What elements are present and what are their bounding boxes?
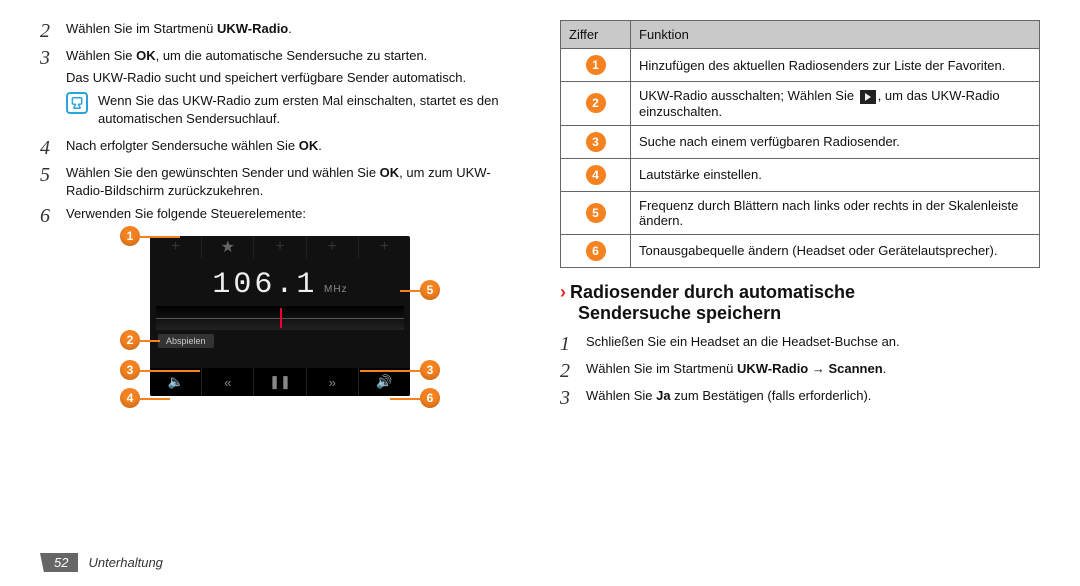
pause-icon: ❚❚: [254, 368, 306, 396]
rewind-icon: «: [202, 368, 254, 396]
table-number-cell: 1: [561, 49, 631, 82]
note-box: Wenn Sie das UKW-Radio zum ersten Mal ei…: [66, 92, 520, 127]
right-step-1: 1 Schließen Sie ein Headset an die Heads…: [560, 333, 1040, 354]
table-number-cell: 3: [561, 125, 631, 158]
function-table: Ziffer Funktion 1 Hinzufügen des aktuelle…: [560, 20, 1040, 268]
table-number-cell: 6: [561, 234, 631, 267]
right-step-1-text: Schließen Sie ein Headset an die Headset…: [586, 333, 1040, 354]
right-step-2-bold: UKW-Radio → Scannen: [737, 361, 883, 376]
callout-3-left: 3: [120, 360, 140, 380]
table-row: 5 Frequenz durch Blättern nach links oder…: [561, 191, 1040, 234]
table-function-cell: Hinzufügen des aktuellen Radiosenders zu…: [631, 49, 1040, 82]
step-4: 4 Nach erfolgter Sendersuche wählen Sie …: [40, 137, 520, 158]
page-footer: 52 Unterhaltung: [40, 553, 163, 572]
step-number: 5: [40, 164, 56, 199]
number-badge: 1: [586, 55, 606, 75]
number-badge: 3: [586, 132, 606, 152]
step-3-extra: Das UKW-Radio sucht und speichert verfüg…: [66, 69, 520, 87]
callout-5: 5: [420, 280, 440, 300]
heading-line-2: Sendersuche speichern: [578, 303, 781, 323]
step-2: 2 Wählen Sie im Startmenü UKW-Radio.: [40, 20, 520, 41]
step-4-pre: Nach erfolgter Sendersuche wählen Sie: [66, 138, 299, 153]
right-step-3-bold: Ja: [656, 388, 670, 403]
number-badge: 4: [586, 165, 606, 185]
callout-2: 2: [120, 330, 140, 350]
step-5-bold: OK: [380, 165, 400, 180]
radio-play-row: Abspielen: [150, 330, 410, 352]
play-label: Abspielen: [158, 334, 214, 348]
step-6-text: Verwenden Sie folgende Steuerelemente:: [66, 205, 520, 226]
freq-unit: MHz: [324, 284, 348, 295]
heading-line-1: Radiosender durch automatische: [570, 282, 855, 302]
speaker-icon: 🔊: [359, 368, 410, 396]
table-function-cell: Lautstärke einstellen.: [631, 158, 1040, 191]
right-step-2-pre: Wählen Sie im Startmenü: [586, 361, 737, 376]
step-5: 5 Wählen Sie den gewünschten Sender und …: [40, 164, 520, 199]
forward-icon: »: [307, 368, 359, 396]
section-heading: ›Radiosender durch automatische Sendersu…: [560, 282, 1040, 325]
step-2-pre: Wählen Sie im Startmenü: [66, 21, 217, 36]
left-column: 2 Wählen Sie im Startmenü UKW-Radio. 3 W…: [40, 20, 520, 414]
table-row: 2 UKW-Radio ausschalten; Wählen Sie , um …: [561, 82, 1040, 126]
note-text: Wenn Sie das UKW-Radio zum ersten Mal ei…: [98, 92, 520, 127]
table-row: 1 Hinzufügen des aktuellen Radiosenders z…: [561, 49, 1040, 82]
table-function-cell: Tonausgabequelle ändern (Headset oder Ge…: [631, 234, 1040, 267]
table-head-funktion: Funktion: [631, 21, 1040, 49]
step-number: 2: [560, 360, 576, 381]
table-head-ziffer: Ziffer: [561, 21, 631, 49]
radio-favorites-row: +★+++: [150, 236, 410, 258]
section-name: Unterhaltung: [88, 555, 162, 570]
callout-6: 6: [420, 388, 440, 408]
table-number-cell: 5: [561, 191, 631, 234]
freq-value: 106.1: [212, 268, 317, 302]
chevron-icon: ›: [560, 282, 566, 302]
step-5-pre: Wählen Sie den gewünschten Sender und wä…: [66, 165, 380, 180]
step-4-bold: OK: [299, 138, 319, 153]
volume-icon: 🔈: [150, 368, 202, 396]
number-badge: 5: [586, 203, 606, 223]
step-4-post: .: [318, 138, 322, 153]
step-number: 1: [560, 333, 576, 354]
step-number: 2: [40, 20, 56, 41]
play-icon: [860, 90, 876, 104]
table-row: 3 Suche nach einem verfügbaren Radiosende…: [561, 125, 1040, 158]
step-number: 3: [560, 387, 576, 408]
right-step-3: 3 Wählen Sie Ja zum Bestätigen (falls er…: [560, 387, 1040, 408]
radio-screen: +★+++ 106.1 MHz Abspielen 🔈 « ❚❚ »: [150, 236, 410, 396]
callout-1: 1: [120, 226, 140, 246]
step-2-bold: UKW-Radio: [217, 21, 288, 36]
step-number: 6: [40, 205, 56, 226]
callout-3-right: 3: [420, 360, 440, 380]
number-badge: 2: [586, 93, 606, 113]
right-step-3-post: zum Bestätigen (falls erforderlich).: [671, 388, 872, 403]
table-function-cell: Suche nach einem verfügbaren Radiosender…: [631, 125, 1040, 158]
step-6: 6 Verwenden Sie folgende Steuerelemente:: [40, 205, 520, 226]
step-3-bold: OK: [136, 48, 156, 63]
right-step-2-post: .: [883, 361, 887, 376]
right-step-2: 2 Wählen Sie im Startmenü UKW-Radio → Sc…: [560, 360, 1040, 381]
radio-frequency: 106.1 MHz: [150, 258, 410, 306]
table-row: 4 Lautstärke einstellen.: [561, 158, 1040, 191]
number-badge: 6: [586, 241, 606, 261]
right-column: Ziffer Funktion 1 Hinzufügen des aktuelle…: [560, 20, 1040, 414]
page-number: 52: [40, 553, 78, 572]
radio-dial: [156, 306, 404, 330]
radio-controls-row: 🔈 « ❚❚ » 🔊: [150, 368, 410, 396]
right-step-3-pre: Wählen Sie: [586, 388, 656, 403]
table-function-cell: UKW-Radio ausschalten; Wählen Sie , um d…: [631, 82, 1040, 126]
step-2-post: .: [288, 21, 292, 36]
step-3-pre: Wählen Sie: [66, 48, 136, 63]
callout-4: 4: [120, 388, 140, 408]
table-row: 6 Tonausgabequelle ändern (Headset oder G…: [561, 234, 1040, 267]
table-number-cell: 4: [561, 158, 631, 191]
table-number-cell: 2: [561, 82, 631, 126]
step-3-post: , um die automatische Sendersuche zu sta…: [156, 48, 428, 63]
step-3: 3 Wählen Sie OK, um die automatische Sen…: [40, 47, 520, 86]
radio-diagram: +★+++ 106.1 MHz Abspielen 🔈 « ❚❚ »: [40, 236, 520, 396]
step-number: 3: [40, 47, 56, 86]
table-function-cell: Frequenz durch Blättern nach links oder …: [631, 191, 1040, 234]
note-icon: [66, 92, 88, 114]
step-number: 4: [40, 137, 56, 158]
